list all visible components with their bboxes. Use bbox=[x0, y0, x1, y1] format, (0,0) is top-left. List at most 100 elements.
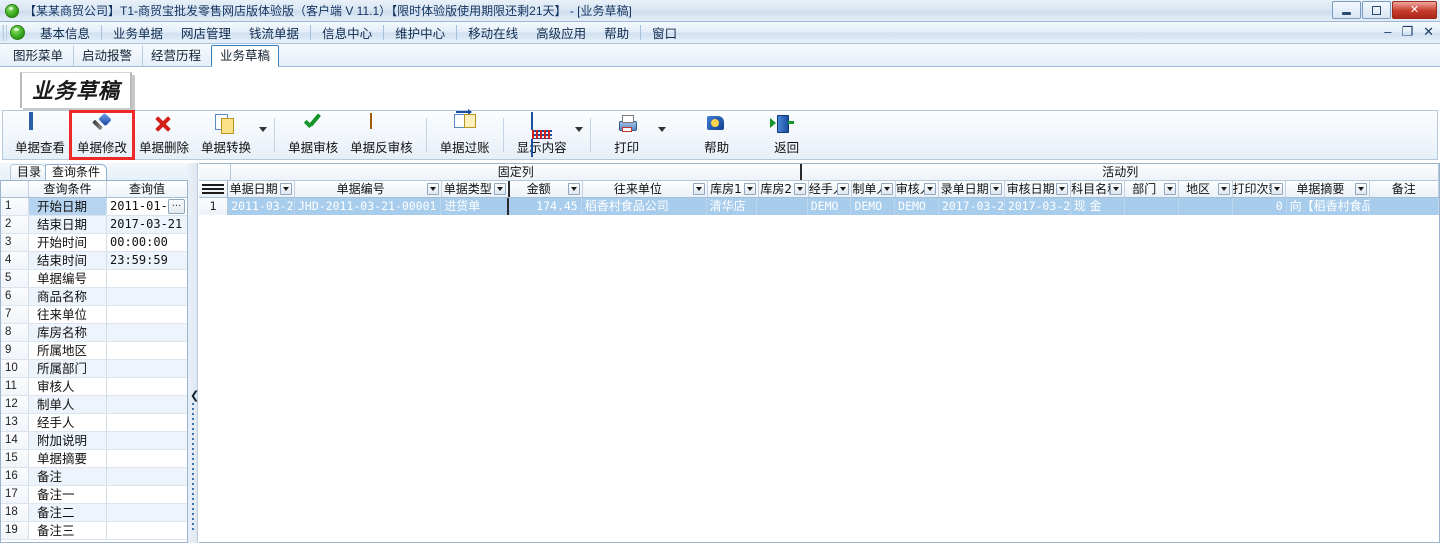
grid-column-header[interactable]: 库房1 bbox=[708, 181, 759, 197]
minimize-button[interactable] bbox=[1332, 1, 1361, 19]
query-value-input[interactable] bbox=[107, 414, 187, 431]
query-condition-row[interactable]: 13 经手人 bbox=[1, 414, 187, 432]
query-value-input[interactable] bbox=[107, 396, 187, 413]
grid-column-header[interactable]: 打印次数 bbox=[1233, 181, 1287, 197]
filter-dropdown-icon[interactable] bbox=[880, 183, 893, 195]
left-tab-query-conditions[interactable]: 查询条件 bbox=[45, 164, 108, 180]
menu-item-maintenance-center[interactable]: 维护中心 bbox=[386, 21, 454, 44]
menu-item-mobile-online[interactable]: 移动在线 bbox=[459, 21, 527, 44]
toolbar-button-view-document[interactable]: 单据查看 bbox=[9, 112, 71, 158]
query-value-input[interactable] bbox=[107, 324, 187, 341]
menu-item-advanced-apps[interactable]: 高级应用 bbox=[527, 21, 595, 44]
grid-column-header[interactable]: 录单日期 bbox=[939, 181, 1006, 197]
table-cell[interactable] bbox=[1125, 198, 1179, 215]
menu-item-window[interactable]: 窗口 bbox=[643, 21, 686, 44]
table-cell[interactable]: 向【稻香村食品 bbox=[1287, 198, 1370, 215]
filter-dropdown-icon[interactable] bbox=[567, 183, 580, 195]
filter-dropdown-icon[interactable] bbox=[1109, 183, 1122, 195]
query-value-input[interactable] bbox=[107, 450, 187, 467]
table-row-number[interactable]: 1 bbox=[199, 198, 229, 215]
query-condition-row[interactable]: 17 备注一 bbox=[1, 486, 187, 504]
query-value-input[interactable] bbox=[107, 288, 187, 305]
menu-item-online-shop[interactable]: 网店管理 bbox=[172, 21, 240, 44]
table-cell[interactable]: DEMO bbox=[808, 198, 852, 215]
query-value-input[interactable] bbox=[107, 522, 187, 539]
toolbar-button-delete-document[interactable]: 单据删除 bbox=[133, 112, 195, 158]
grid-column-header[interactable]: 科目名称 bbox=[1071, 181, 1125, 197]
toolbar-button-convert-document[interactable]: 单据转换 bbox=[195, 112, 257, 158]
chevron-down-icon-print[interactable] bbox=[657, 127, 666, 132]
menu-drag-grip[interactable] bbox=[2, 24, 8, 41]
table-cell[interactable]: 174.45 bbox=[509, 198, 582, 215]
filter-dropdown-icon[interactable] bbox=[426, 183, 439, 195]
grid-column-header[interactable]: 备注 bbox=[1370, 181, 1439, 197]
filter-dropdown-icon[interactable] bbox=[837, 183, 850, 195]
toolbar-button-unapprove-document[interactable]: 单据反审核 bbox=[344, 112, 419, 158]
table-cell[interactable]: DEMO bbox=[851, 198, 896, 215]
toolbar-button-print[interactable]: 打印 bbox=[598, 112, 656, 158]
query-condition-row[interactable]: 18 备注二 bbox=[1, 504, 187, 522]
table-row[interactable]: 1 2011-03-21 JHD-2011-03-21-00001 进货单 174.45… bbox=[199, 198, 1439, 215]
filter-dropdown-icon[interactable] bbox=[1354, 183, 1367, 195]
query-condition-row[interactable]: 7 往来单位 bbox=[1, 306, 187, 324]
filter-dropdown-icon[interactable] bbox=[1217, 183, 1230, 195]
menu-item-business-docs[interactable]: 业务单据 bbox=[104, 21, 172, 44]
query-value-input[interactable] bbox=[107, 306, 187, 323]
grid-column-header[interactable]: 库房2 bbox=[759, 181, 809, 197]
table-cell[interactable]: 稻香村食品公司 bbox=[582, 198, 707, 215]
grid-column-header[interactable]: 金额 bbox=[510, 181, 583, 197]
query-value-input[interactable]: 00:00:00 bbox=[107, 234, 187, 251]
mdi-close-button[interactable]: ✕ bbox=[1423, 25, 1434, 38]
query-condition-row[interactable]: 2 结束日期 2017-03-21 bbox=[1, 216, 187, 234]
menu-item-help[interactable]: 帮助 bbox=[595, 21, 638, 44]
query-value-input[interactable]: 2017-03-21 bbox=[107, 216, 187, 233]
query-value-input[interactable]: 2011-01-01 ··· bbox=[107, 198, 187, 215]
query-condition-row[interactable]: 5 单据编号 bbox=[1, 270, 187, 288]
table-cell[interactable]: JHD-2011-03-21-00001 bbox=[295, 198, 442, 215]
toolbar-button-edit-document[interactable]: 单据修改 bbox=[69, 110, 136, 160]
tab-business-draft[interactable]: 业务草稿 bbox=[211, 45, 280, 67]
query-value-input[interactable] bbox=[107, 342, 187, 359]
toolbar-button-display-content[interactable]: 显示内容 bbox=[511, 112, 573, 158]
menu-item-cash-docs[interactable]: 钱流单据 bbox=[240, 21, 308, 44]
menu-item-basic-info[interactable]: 基本信息 bbox=[31, 21, 99, 44]
filter-dropdown-icon[interactable] bbox=[924, 183, 937, 195]
menu-item-info-center[interactable]: 信息中心 bbox=[313, 21, 381, 44]
grid-column-header[interactable]: 单据类型 bbox=[442, 181, 510, 197]
grid-column-header[interactable]: 单据日期 bbox=[228, 181, 295, 197]
table-cell[interactable]: DEMO bbox=[895, 198, 939, 215]
collapse-arrow-icon[interactable]: ❮ bbox=[190, 391, 199, 402]
query-condition-row[interactable]: 11 审核人 bbox=[1, 378, 187, 396]
tab-business-history[interactable]: 经营历程 bbox=[142, 45, 210, 66]
filter-dropdown-icon[interactable] bbox=[793, 183, 806, 195]
grid-column-header[interactable]: 单据编号 bbox=[295, 181, 442, 197]
filter-dropdown-icon[interactable] bbox=[743, 183, 756, 195]
chevron-down-icon-display[interactable] bbox=[574, 127, 583, 132]
grid-column-header[interactable]: 审核人 bbox=[896, 181, 940, 197]
toolbar-button-return[interactable]: 返回 bbox=[758, 112, 816, 158]
query-value-input[interactable] bbox=[107, 432, 187, 449]
query-condition-row[interactable]: 12 制单人 bbox=[1, 396, 187, 414]
grid-column-header[interactable]: 单据摘要 bbox=[1286, 181, 1370, 197]
mdi-minimize-button[interactable]: – bbox=[1384, 25, 1391, 38]
close-button[interactable]: ✕ bbox=[1392, 1, 1437, 19]
filter-dropdown-icon[interactable] bbox=[990, 183, 1003, 195]
filter-dropdown-icon[interactable] bbox=[1163, 183, 1176, 195]
grid-column-header[interactable]: 审核日期 bbox=[1005, 181, 1072, 197]
tab-graphic-menu[interactable]: 图形菜单 bbox=[4, 45, 72, 66]
query-value-input[interactable]: 23:59:59 bbox=[107, 252, 187, 269]
query-condition-row[interactable]: 19 备注三 bbox=[1, 522, 187, 540]
table-cell[interactable] bbox=[757, 198, 808, 215]
grid-column-header[interactable]: 地区 bbox=[1179, 181, 1233, 197]
left-tab-catalog[interactable]: 目录 bbox=[10, 164, 49, 180]
grid-select-all-header[interactable] bbox=[199, 181, 228, 197]
filter-dropdown-icon[interactable] bbox=[493, 183, 506, 195]
query-condition-row[interactable]: 3 开始时间 00:00:00 bbox=[1, 234, 187, 252]
query-condition-row[interactable]: 16 备注 bbox=[1, 468, 187, 486]
panel-splitter[interactable]: ❮ bbox=[188, 163, 199, 543]
query-condition-row[interactable]: 9 所属地区 bbox=[1, 342, 187, 360]
query-condition-row[interactable]: 8 库房名称 bbox=[1, 324, 187, 342]
grid-column-header[interactable]: 往来单位 bbox=[583, 181, 709, 197]
query-condition-row[interactable]: 4 结束时间 23:59:59 bbox=[1, 252, 187, 270]
grid-column-header[interactable]: 经手人 bbox=[809, 181, 853, 197]
